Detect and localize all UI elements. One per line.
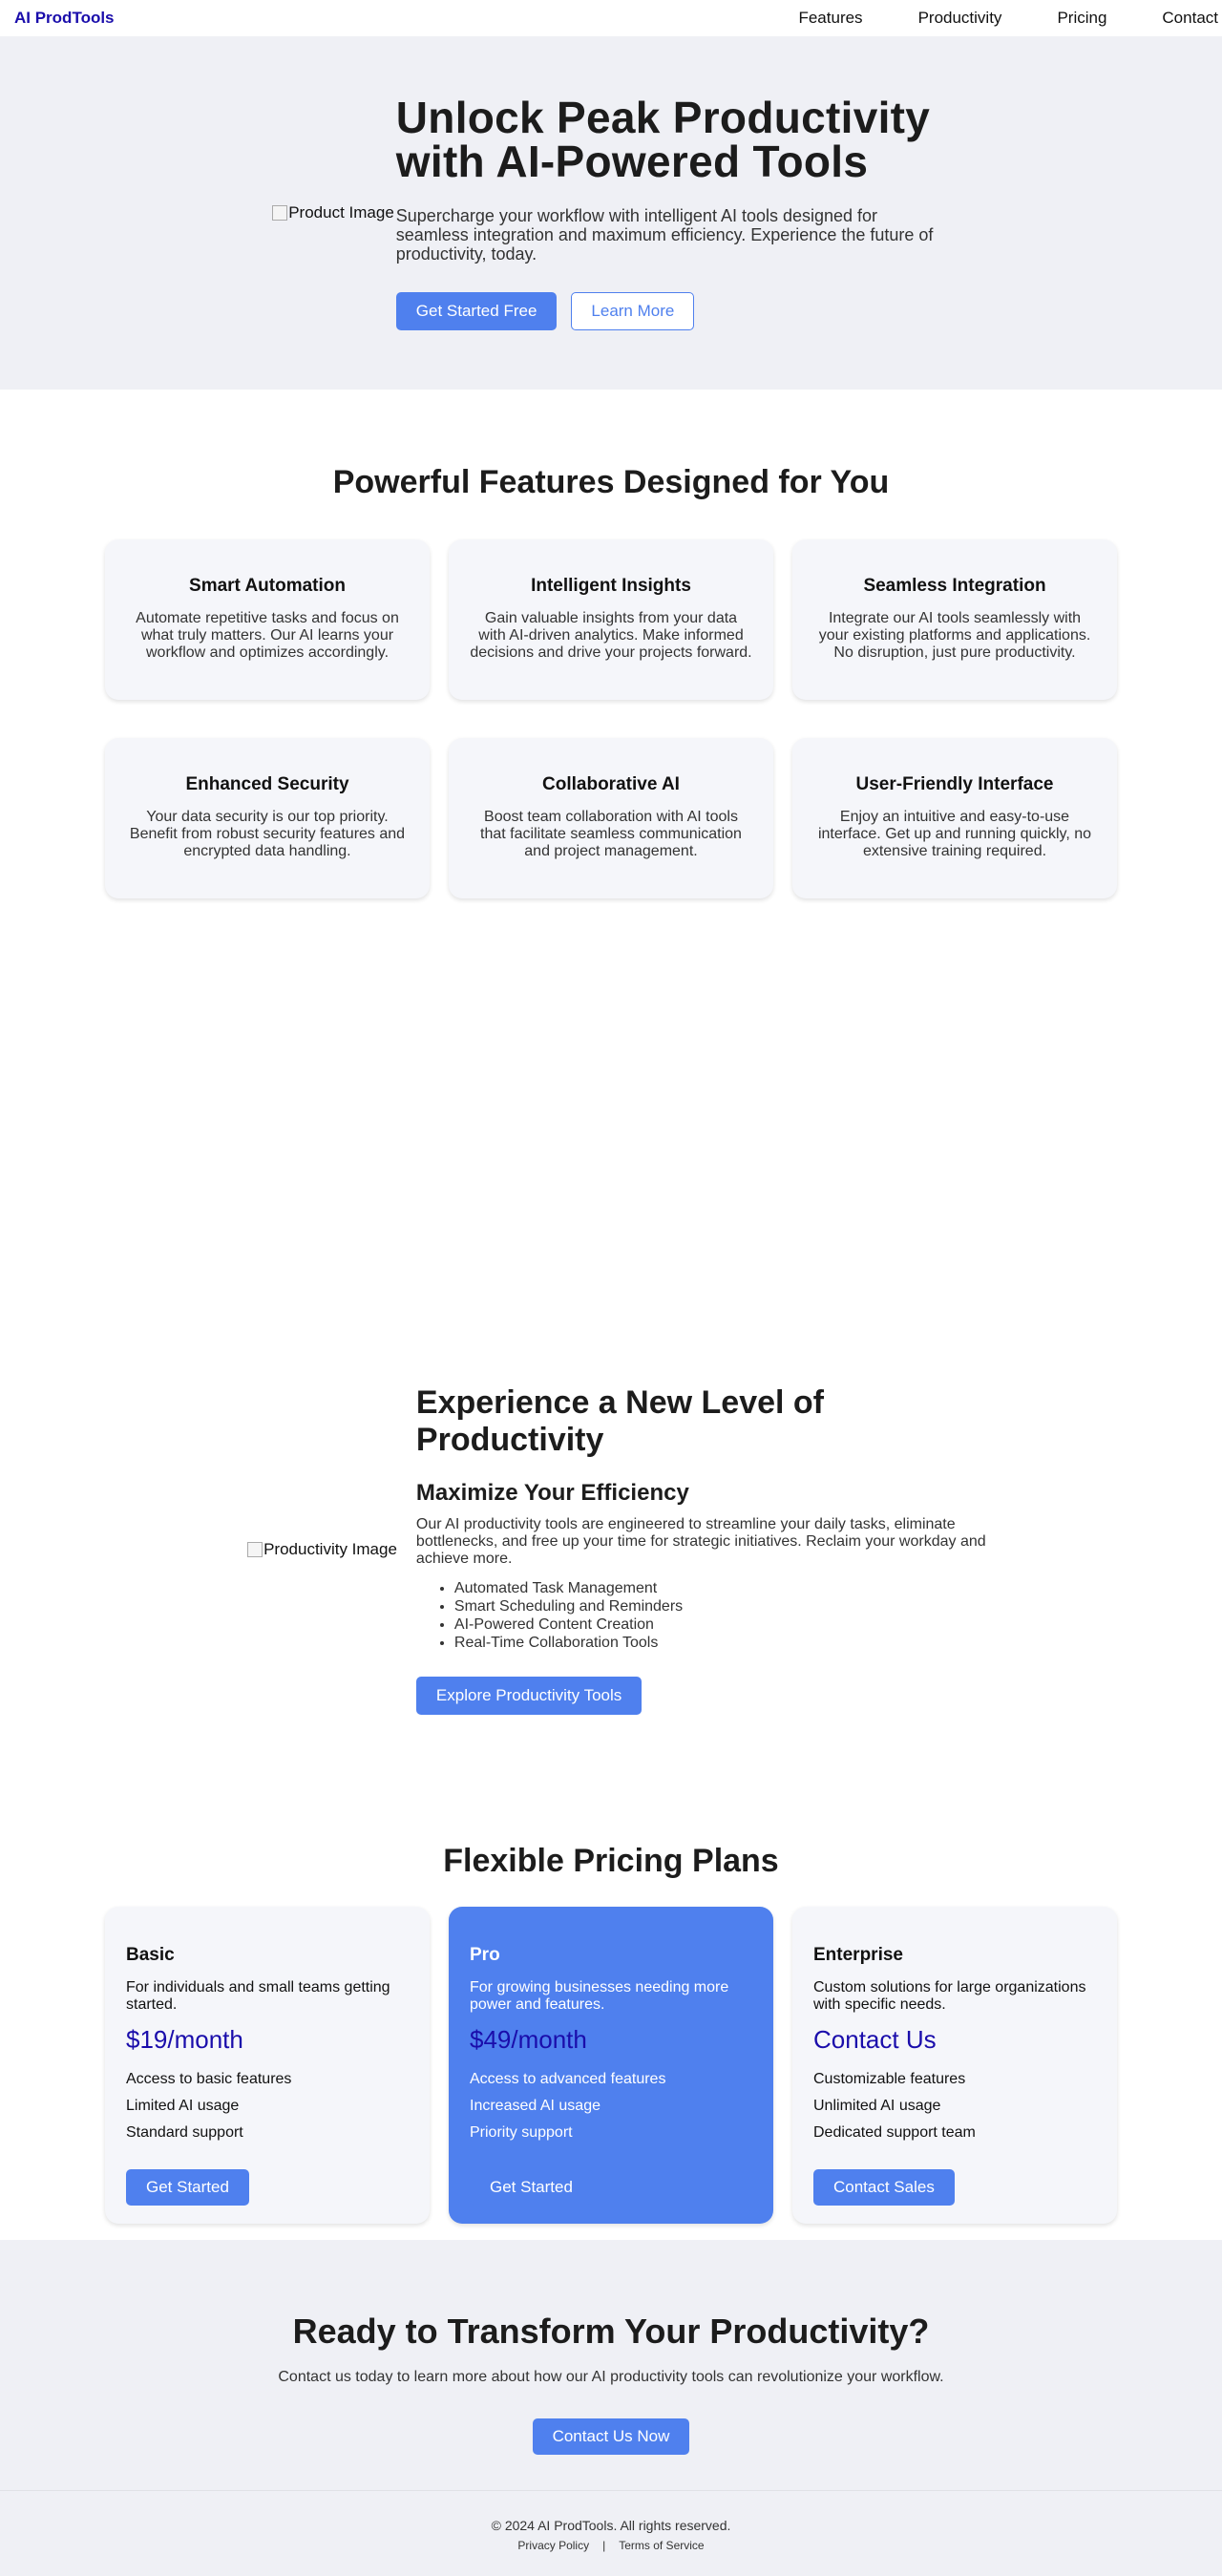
plan-features: Customizable features Unlimited AI usage…: [813, 2066, 1096, 2146]
productivity-content: Productivity Image Experience a New Leve…: [247, 1384, 999, 1715]
plan-price: Contact Us: [813, 2025, 937, 2054]
plan-description: Custom solutions for large organizations…: [813, 1979, 1086, 2013]
nav-link-productivity[interactable]: Productivity: [918, 9, 1002, 28]
feature-text: Enjoy an intuitive and easy-to-use inter…: [817, 809, 1092, 859]
contact-us-now-button[interactable]: Contact Us Now: [532, 2418, 690, 2455]
privacy-policy-link[interactable]: Privacy Policy: [517, 2539, 589, 2552]
product-image-alt: Product Image: [288, 203, 394, 222]
footer-separator: |: [602, 2539, 606, 2552]
feature-card: Intelligent Insights Gain valuable insig…: [449, 539, 773, 700]
plan-features: Access to basic features Limited AI usag…: [126, 2066, 409, 2146]
feature-card: Collaborative AI Boost team collaboratio…: [449, 738, 773, 898]
features-section: Powerful Features Designed for You Smart…: [0, 390, 1222, 1316]
plan-price: $49/month: [470, 2025, 587, 2054]
brand-logo[interactable]: AI ProdTools: [14, 9, 115, 28]
plan-features: Access to advanced features Increased AI…: [470, 2066, 752, 2146]
footer-links: Privacy Policy | Terms of Service: [0, 2539, 1222, 2552]
pricing-card-basic: Basic For individuals and small teams ge…: [105, 1907, 430, 2224]
plan-name: Enterprise: [813, 1945, 903, 1965]
productivity-title: Experience a New Level of Productivity: [415, 1384, 824, 1458]
feature-card: Seamless Integration Integrate our AI to…: [792, 539, 1117, 700]
productivity-description: Our AI productivity tools are engineered…: [415, 1516, 986, 1567]
nav-link-contact[interactable]: Contact: [1162, 9, 1218, 28]
nav-link-features[interactable]: Features: [798, 9, 862, 28]
cta-text: Contact us today to learn more about how…: [278, 2369, 944, 2385]
footer: © 2024 AI ProdTools. All rights reserved…: [0, 2490, 1222, 2576]
feature-card: User-Friendly Interface Enjoy an intuiti…: [792, 738, 1117, 898]
features-title: Powerful Features Designed for You: [332, 464, 890, 500]
plan-name: Basic: [126, 1945, 175, 1965]
terms-of-service-link[interactable]: Terms of Service: [619, 2539, 704, 2552]
hero-subtitle: Supercharge your workflow with intellige…: [395, 206, 934, 264]
plan-feature: Customizable features: [813, 2071, 966, 2087]
list-item: Smart Scheduling and Reminders: [454, 1597, 999, 1615]
explore-productivity-tools-button[interactable]: Explore Productivity Tools: [415, 1677, 643, 1715]
productivity-image-alt: Productivity Image: [263, 1540, 397, 1558]
productivity-subtitle: Maximize Your Efficiency: [415, 1480, 689, 1506]
top-nav: AI ProdTools Features Productivity Prici…: [0, 0, 1222, 36]
feature-text: Automate repetitive tasks and focus on w…: [136, 610, 399, 661]
pricing-card-enterprise: Enterprise Custom solutions for large or…: [792, 1907, 1117, 2224]
cta-section: Ready to Transform Your Productivity? Co…: [0, 2240, 1222, 2490]
productivity-text: Experience a New Level of Productivity M…: [415, 1384, 999, 1715]
feature-title: Enhanced Security: [185, 774, 349, 794]
feature-title: Seamless Integration: [863, 576, 1046, 596]
plan-description: For individuals and small teams getting …: [126, 1979, 390, 2013]
productivity-image: Productivity Image: [247, 1540, 397, 1559]
list-item: Real-Time Collaboration Tools: [454, 1634, 999, 1652]
pricing-grid: Basic For individuals and small teams ge…: [105, 1907, 1117, 2224]
feature-title: Intelligent Insights: [531, 576, 691, 596]
hero-buttons: Get Started Free Learn More: [395, 292, 950, 330]
pricing-card-pro: Pro For growing businesses needing more …: [449, 1907, 773, 2224]
broken-image-icon: [247, 1542, 263, 1557]
learn-more-button[interactable]: Learn More: [571, 292, 695, 330]
hero-section: Product Image Unlock Peak Productivity w…: [0, 36, 1222, 390]
pricing-section: Flexible Pricing Plans Basic For individ…: [0, 1784, 1222, 2240]
plan-feature: Increased AI usage: [470, 2098, 600, 2114]
pro-get-started-button[interactable]: Get Started: [470, 2169, 593, 2206]
nav-links: Features Productivity Pricing Contact: [798, 9, 1222, 28]
pricing-title: Flexible Pricing Plans: [443, 1843, 779, 1879]
basic-get-started-button[interactable]: Get Started: [126, 2169, 249, 2206]
feature-text: Boost team collaboration with AI tools t…: [480, 809, 742, 859]
nav-link-pricing[interactable]: Pricing: [1057, 9, 1106, 28]
plan-feature: Dedicated support team: [813, 2124, 976, 2141]
copyright-text: © 2024 AI ProdTools. All rights reserved…: [491, 2518, 731, 2533]
plan-feature: Access to advanced features: [470, 2071, 666, 2087]
plan-name: Pro: [470, 1945, 500, 1965]
plan-feature: Unlimited AI usage: [813, 2098, 941, 2114]
feature-title: User-Friendly Interface: [855, 774, 1054, 794]
productivity-list: Automated Task Management Smart Scheduli…: [416, 1579, 999, 1652]
plan-feature: Limited AI usage: [126, 2098, 240, 2114]
get-started-free-button[interactable]: Get Started Free: [395, 292, 558, 330]
feature-card: Smart Automation Automate repetitive tas…: [105, 539, 430, 700]
contact-sales-button[interactable]: Contact Sales: [813, 2169, 955, 2206]
feature-text: Integrate our AI tools seamlessly with y…: [818, 610, 1091, 661]
feature-text: Your data security is our top priority. …: [129, 809, 406, 859]
hero-title: Unlock Peak Productivity with AI-Powered…: [395, 93, 931, 186]
feature-title: Smart Automation: [189, 576, 346, 596]
feature-card: Enhanced Security Your data security is …: [105, 738, 430, 898]
hero-text: Unlock Peak Productivity with AI-Powered…: [395, 93, 950, 330]
feature-text: Gain valuable insights from your data wi…: [470, 610, 752, 661]
list-item: AI-Powered Content Creation: [454, 1615, 999, 1634]
feature-title: Collaborative AI: [542, 774, 680, 794]
list-item: Automated Task Management: [454, 1579, 999, 1597]
broken-image-icon: [272, 205, 288, 221]
product-image: Product Image: [272, 203, 394, 222]
features-grid: Smart Automation Automate repetitive tas…: [105, 539, 1117, 898]
cta-title: Ready to Transform Your Productivity?: [292, 2312, 930, 2351]
plan-feature: Standard support: [126, 2124, 243, 2141]
plan-price: $19/month: [126, 2025, 243, 2054]
hero-content: Product Image Unlock Peak Productivity w…: [272, 95, 950, 330]
productivity-section: Productivity Image Experience a New Leve…: [0, 1316, 1222, 1784]
plan-feature: Access to basic features: [126, 2071, 292, 2087]
plan-description: For growing businesses needing more powe…: [470, 1979, 729, 2013]
plan-feature: Priority support: [470, 2124, 573, 2141]
